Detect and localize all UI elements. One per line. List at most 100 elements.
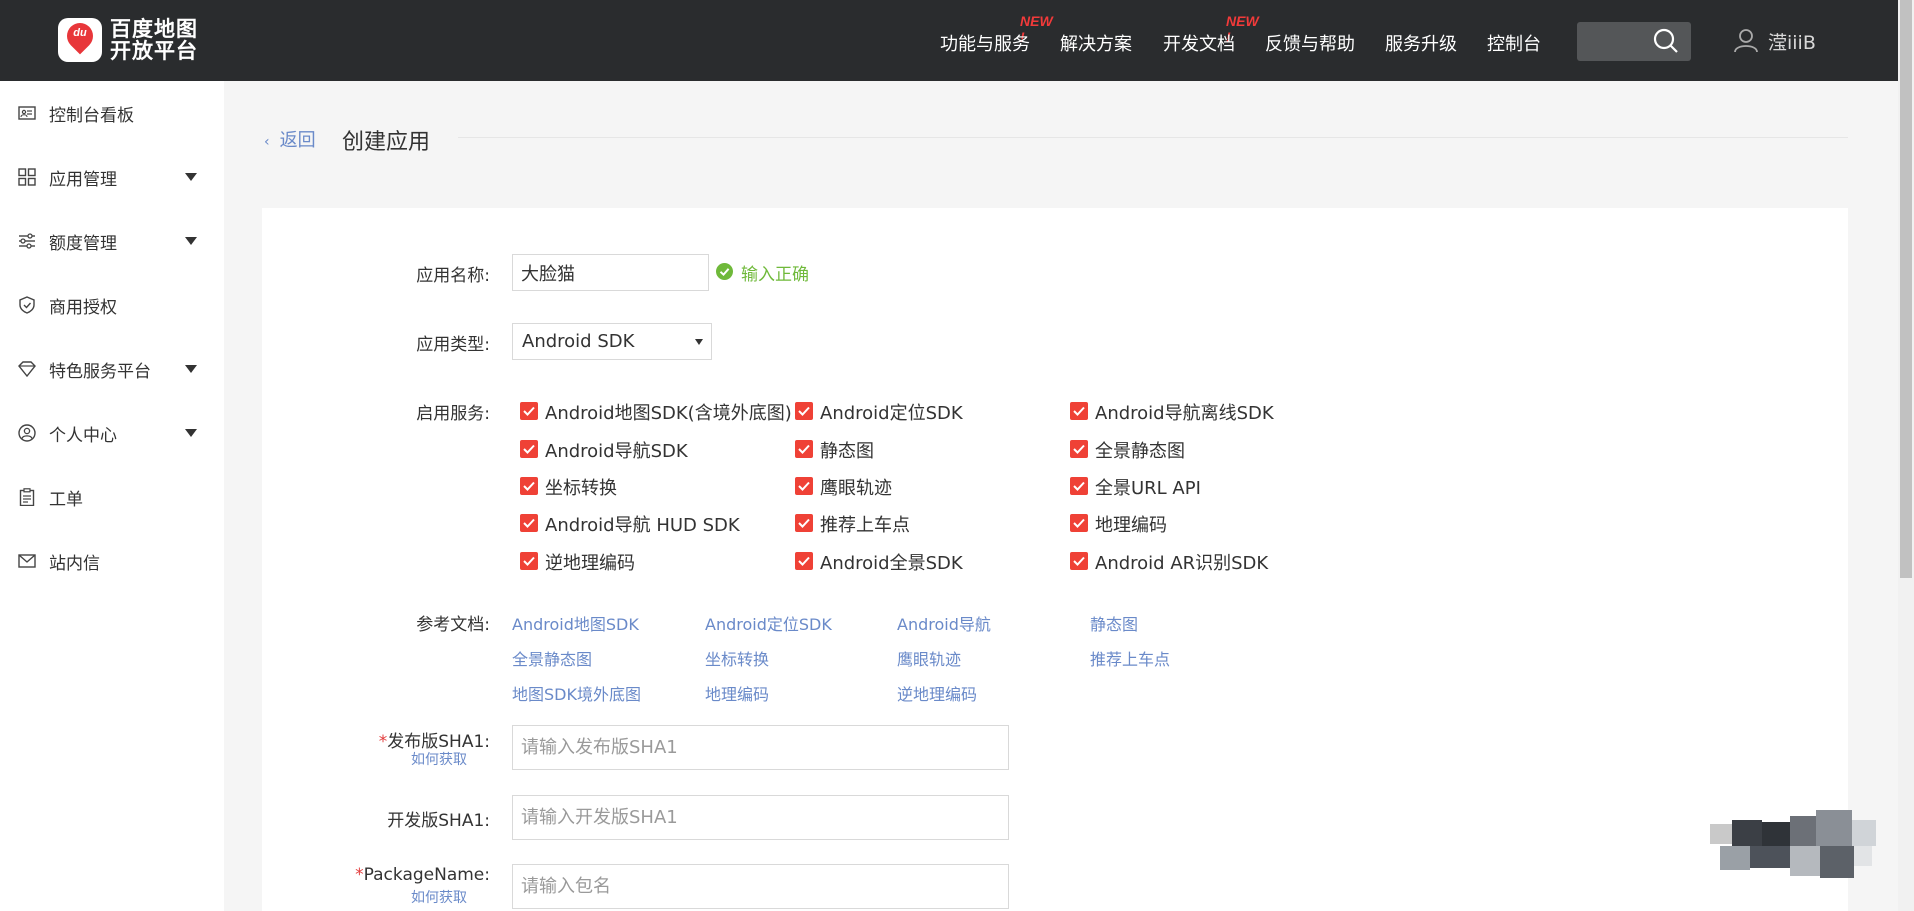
- mail-icon: [18, 554, 36, 568]
- baidu-map-logo[interactable]: du 百度地图 开放平台: [58, 16, 198, 64]
- shield-icon: [19, 296, 35, 314]
- service-checkbox[interactable]: [795, 477, 813, 495]
- service-checkbox[interactable]: [1070, 477, 1088, 495]
- service-checkbox[interactable]: [520, 552, 538, 570]
- sidebar-item-label: 商用授权: [49, 297, 117, 318]
- dev-sha1-label: 开发版SHA1:: [387, 811, 490, 831]
- sidebar-item-label: 控制台看板: [49, 105, 134, 126]
- reference-doc-link[interactable]: 全景静态图: [512, 646, 592, 670]
- how-to-get-link[interactable]: 如何获取: [411, 887, 467, 907]
- sidebar-item-dashboard[interactable]: 控制台看板: [0, 93, 224, 133]
- service-checkbox-label[interactable]: 全景静态图: [1095, 437, 1185, 463]
- package-name-input[interactable]: [512, 864, 1009, 909]
- logo-text-line1: 百度地图: [110, 17, 198, 41]
- sidebar-item-app-management[interactable]: 应用管理: [0, 157, 224, 197]
- checkmark-icon: [1073, 556, 1085, 566]
- reference-doc-link[interactable]: 鹰眼轨迹: [897, 646, 961, 670]
- nav-features-services[interactable]: 功能与服务: [940, 30, 1030, 56]
- service-checkbox-label[interactable]: Android导航SDK: [545, 437, 688, 463]
- service-checkbox-label[interactable]: Android全景SDK: [820, 549, 963, 575]
- sidebar-item-label: 应用管理: [49, 169, 117, 190]
- how-to-get-link[interactable]: 如何获取: [411, 749, 467, 769]
- sidebar-item-label: 工单: [49, 489, 83, 510]
- service-checkbox[interactable]: [1070, 402, 1088, 420]
- username[interactable]: 滢iiiB: [1768, 28, 1816, 55]
- check-circle-icon: [716, 263, 733, 280]
- reference-doc-link[interactable]: 推荐上车点: [1090, 646, 1170, 670]
- service-checkbox[interactable]: [1070, 514, 1088, 532]
- reference-doc-link[interactable]: Android导航: [897, 611, 991, 635]
- service-checkbox[interactable]: [520, 477, 538, 495]
- sidebar-item-featured-services[interactable]: 特色服务平台: [0, 349, 224, 389]
- search-icon[interactable]: [1653, 28, 1679, 54]
- service-checkbox-label[interactable]: 推荐上车点: [820, 511, 910, 537]
- service-checkbox-label[interactable]: 逆地理编码: [545, 549, 635, 575]
- service-checkbox-label[interactable]: 全景URL API: [1095, 474, 1201, 500]
- service-checkbox-label[interactable]: 坐标转换: [545, 474, 617, 500]
- reference-doc-link[interactable]: 坐标转换: [705, 646, 769, 670]
- service-checkbox[interactable]: [795, 514, 813, 532]
- service-checkbox-label[interactable]: Android导航离线SDK: [1095, 399, 1274, 425]
- back-label: 返回: [279, 130, 316, 151]
- chevron-down-icon[interactable]: [185, 173, 197, 181]
- package-name-label-text: PackageName:: [363, 865, 490, 885]
- checkmark-icon: [798, 518, 810, 528]
- floating-help-widget[interactable]: [1710, 810, 1876, 886]
- reference-doc-link[interactable]: Android定位SDK: [705, 611, 832, 635]
- scrollbar-thumb[interactable]: [1900, 0, 1912, 578]
- checkmark-icon: [523, 556, 535, 566]
- sidebar-item-personal-center[interactable]: 个人中心: [0, 413, 224, 453]
- service-checkbox-label[interactable]: 地理编码: [1095, 511, 1167, 537]
- required-mark: *: [355, 865, 364, 885]
- sidebar-item-commercial-license[interactable]: 商用授权: [0, 285, 224, 325]
- service-checkbox[interactable]: [795, 402, 813, 420]
- back-link[interactable]: ‹ 返回: [264, 126, 316, 152]
- checkmark-icon: [798, 406, 810, 416]
- service-checkbox[interactable]: [520, 440, 538, 458]
- checkmark-icon: [798, 556, 810, 566]
- app-type-select[interactable]: Android SDK: [512, 323, 712, 360]
- nav-service-upgrade[interactable]: 服务升级: [1385, 30, 1457, 56]
- service-checkbox-label[interactable]: Android地图SDK(含境外底图): [545, 399, 792, 425]
- nav-console[interactable]: 控制台: [1487, 30, 1541, 56]
- service-checkbox[interactable]: [520, 514, 538, 532]
- page-scrollbar[interactable]: [1898, 0, 1914, 911]
- service-checkbox[interactable]: [795, 552, 813, 570]
- sidebar-item-messages[interactable]: 站内信: [0, 541, 224, 581]
- reference-doc-link[interactable]: Android地图SDK: [512, 611, 639, 635]
- clipboard-icon: [19, 488, 35, 506]
- chevron-down-icon[interactable]: [185, 365, 197, 373]
- logo-badge-text: du: [73, 27, 87, 39]
- reference-doc-link[interactable]: 逆地理编码: [897, 681, 977, 705]
- sidebar-item-quota-management[interactable]: 额度管理: [0, 221, 224, 261]
- nav-solutions[interactable]: 解决方案: [1060, 30, 1132, 56]
- release-sha1-input[interactable]: [512, 725, 1009, 770]
- service-checkbox[interactable]: [520, 402, 538, 420]
- sidebar-item-label: 站内信: [49, 553, 100, 574]
- service-checkbox[interactable]: [1070, 552, 1088, 570]
- service-checkbox-label[interactable]: 静态图: [820, 437, 874, 463]
- checkmark-icon: [523, 406, 535, 416]
- service-checkbox-label[interactable]: 鹰眼轨迹: [820, 474, 892, 500]
- reference-doc-link[interactable]: 静态图: [1090, 611, 1138, 635]
- checkmark-icon: [1073, 444, 1085, 454]
- service-checkbox-label[interactable]: Android定位SDK: [820, 399, 963, 425]
- user-icon[interactable]: [1733, 27, 1759, 53]
- service-checkbox[interactable]: [795, 440, 813, 458]
- service-checkbox-label[interactable]: Android导航 HUD SDK: [545, 511, 740, 537]
- reference-doc-link[interactable]: 地理编码: [705, 681, 769, 705]
- top-nav-bar: du 百度地图 开放平台 NEW ! 功能与服务 解决方案 NEW ! 开发文档…: [0, 0, 1898, 81]
- nav-dev-docs[interactable]: 开发文档: [1163, 30, 1235, 56]
- chevron-down-icon[interactable]: [185, 237, 197, 245]
- app-name-input[interactable]: [512, 254, 709, 291]
- nav-feedback-help[interactable]: 反馈与帮助: [1265, 30, 1355, 56]
- dev-sha1-input[interactable]: [512, 795, 1009, 840]
- service-checkbox[interactable]: [1070, 440, 1088, 458]
- package-name-label: *PackageName:: [340, 865, 490, 885]
- chevron-down-icon[interactable]: [185, 429, 197, 437]
- grid-icon: [18, 168, 36, 186]
- top-search-box[interactable]: [1577, 22, 1691, 61]
- reference-doc-link[interactable]: 地图SDK境外底图: [512, 681, 641, 705]
- service-checkbox-label[interactable]: Android AR识别SDK: [1095, 549, 1268, 575]
- sidebar-item-tickets[interactable]: 工单: [0, 477, 224, 517]
